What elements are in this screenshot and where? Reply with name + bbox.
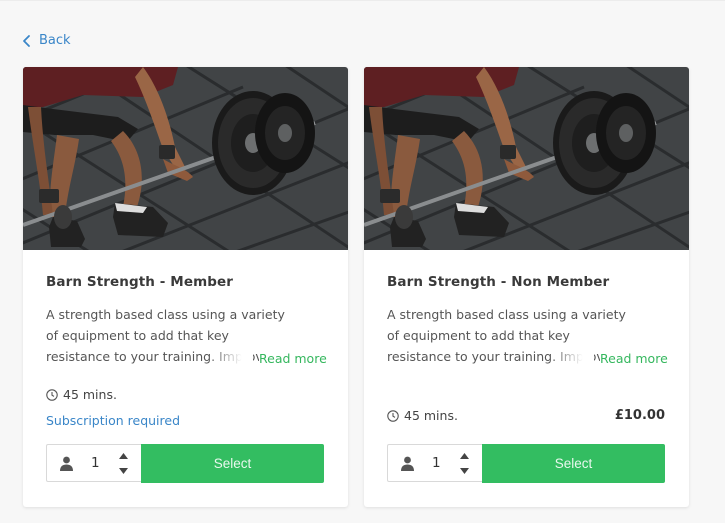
clock-icon xyxy=(46,388,58,401)
chevron-left-icon xyxy=(23,34,30,47)
clock-icon xyxy=(387,409,399,422)
subscription-required-note: Subscription required xyxy=(46,413,181,428)
person-icon xyxy=(60,456,73,471)
barbell-deadlift-photo xyxy=(364,67,689,250)
class-title: Barn Strength - Non Member xyxy=(387,274,610,290)
quantity-value[interactable]: 1 xyxy=(432,455,441,471)
quantity-value[interactable]: 1 xyxy=(91,455,100,471)
read-more-link[interactable]: Read more xyxy=(259,351,327,366)
duration-text: 45 mins. xyxy=(63,387,117,402)
read-more-link[interactable]: Read more xyxy=(600,351,668,366)
barbell-deadlift-photo xyxy=(23,67,348,250)
class-card-member: Barn Strength - Member A strength based … xyxy=(23,67,348,507)
description-fade xyxy=(549,346,594,368)
quantity-stepper[interactable]: 1 xyxy=(46,444,141,482)
class-title: Barn Strength - Member xyxy=(46,274,234,290)
top-divider xyxy=(0,0,725,1)
class-card-non-member: Barn Strength - Non Member A strength ba… xyxy=(364,67,689,507)
person-icon xyxy=(401,456,414,471)
increment-caret-icon[interactable] xyxy=(458,451,470,461)
decrement-caret-icon[interactable] xyxy=(117,466,129,476)
quantity-stepper[interactable]: 1 xyxy=(387,444,482,482)
class-duration: 45 mins. xyxy=(46,387,117,402)
select-button[interactable]: Select xyxy=(482,444,665,483)
increment-caret-icon[interactable] xyxy=(117,451,129,461)
back-label: Back xyxy=(39,33,71,48)
duration-text: 45 mins. xyxy=(404,408,458,423)
description-fade xyxy=(208,346,253,368)
decrement-caret-icon[interactable] xyxy=(458,466,470,476)
class-price: £10.00 xyxy=(614,408,665,423)
class-duration: 45 mins. xyxy=(387,408,458,423)
back-link[interactable]: Back xyxy=(22,33,71,48)
select-button[interactable]: Select xyxy=(141,444,324,483)
